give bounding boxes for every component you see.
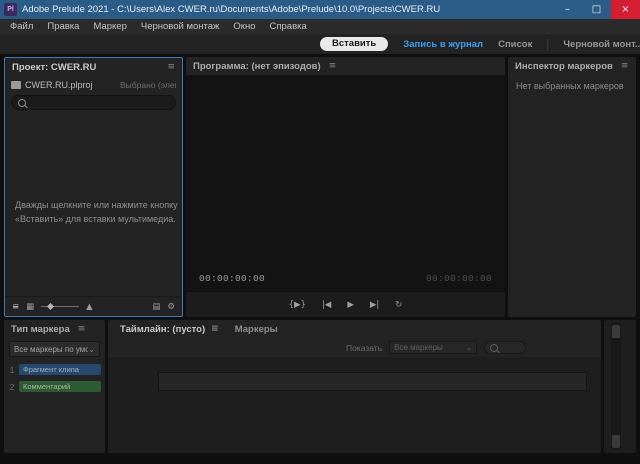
inspector-panel-header: Инспектор маркеров ≡ — [508, 57, 636, 75]
marker-hotkey: 1 — [8, 365, 16, 375]
timeline-empty-strip — [158, 372, 587, 391]
timeline-panel: Таймлайн: (пусто) ≡ Маркеры Показать Все… — [108, 320, 601, 453]
marker-hotkey: 2 — [8, 382, 16, 392]
ingest-button[interactable]: Вставить — [320, 37, 388, 51]
workspace-cluster: Вставить Запись в журнал Список Черновой… — [320, 34, 640, 54]
step-forward-button[interactable]: ▶| — [370, 300, 379, 310]
workspace-tab-rough-cut[interactable]: Черновой монт... ⌄ — [563, 39, 640, 50]
marker-type-panel-header: Тип маркера ≡ — [4, 320, 105, 338]
loop-button[interactable]: ↻ — [395, 300, 402, 310]
panel-menu-icon[interactable]: ≡ — [329, 61, 337, 71]
panel-menu-icon[interactable]: ≡ — [78, 324, 86, 334]
program-panel-header: Программа: (нет эпизодов) ≡ — [186, 57, 505, 75]
titlebar: Pl Adobe Prelude 2021 - C:\Users\Alex CW… — [0, 0, 640, 19]
workspace-tab-logging[interactable]: Запись в журнал — [403, 39, 483, 50]
timeline-track-area[interactable] — [108, 357, 601, 453]
project-empty-line-1: Дважды щелкните или нажмите кнопку — [15, 198, 178, 212]
marker-type-label: Комментарий — [23, 382, 70, 391]
panel-menu-icon[interactable]: ≡ — [621, 61, 629, 71]
project-footer-toolbar: ≡ ▦ ▲ ▤ ⚙ — [5, 296, 182, 316]
scrollbar-thumb-bottom[interactable] — [612, 435, 620, 448]
marker-type-panel-title: Тип маркера — [11, 324, 70, 335]
marker-inspector-panel: Инспектор маркеров ≡ Нет выбранных марке… — [508, 57, 636, 317]
window-controls: – □ × — [553, 0, 640, 19]
marker-type-panel: Тип маркера ≡ Все маркеры по умолча... ⌄… — [4, 320, 105, 453]
menu-item-edit[interactable]: Правка — [40, 21, 86, 32]
program-panel: Программа: (нет эпизодов) ≡ 00:00:00:00 … — [186, 57, 505, 317]
settings-icon[interactable]: ⚙ — [167, 302, 175, 312]
workspace-tab-list[interactable]: Список — [498, 39, 532, 50]
thumbnail-view-icon[interactable]: ▦ — [26, 302, 34, 312]
zoom-slider-handle[interactable] — [47, 303, 54, 310]
tab-timeline-label: Таймлайн: (пусто) — [120, 324, 205, 335]
menu-item-marker[interactable]: Маркер — [86, 21, 133, 32]
menu-item-file[interactable]: Файл — [3, 21, 40, 32]
timeline-tab-bar: Таймлайн: (пусто) ≡ Маркеры — [108, 320, 601, 338]
project-search-row — [5, 93, 182, 112]
project-file-icon — [11, 81, 21, 89]
marker-filter-value: Все маркеры — [394, 343, 443, 352]
menu-bar: Файл Правка Маркер Черновой монтаж Окно … — [0, 19, 640, 34]
project-item-row[interactable]: CWER.RU.plproj Выбрано (элемент — [5, 76, 182, 93]
project-panel-title: Проект: CWER.RU — [12, 62, 96, 73]
tab-timeline[interactable]: Таймлайн: (пусто) ≡ — [114, 320, 225, 338]
filmstrip-icon[interactable]: ▤ — [152, 302, 160, 312]
timeline-search-input[interactable] — [484, 341, 526, 354]
panel-menu-icon[interactable]: ≡ — [167, 62, 175, 72]
vertical-scrollbar[interactable] — [611, 323, 621, 450]
transport-controls: {▶} |◀ ▶ ▶| ↻ — [186, 291, 505, 317]
scrollbar-thumb-top[interactable] — [612, 325, 620, 338]
marker-type-row: 1 Фрагмент клипа — [4, 362, 105, 377]
inspector-panel-title: Инспектор маркеров — [515, 61, 613, 72]
toolbar-divider — [547, 39, 548, 50]
tab-markers[interactable]: Маркеры — [229, 320, 284, 338]
project-selected-count: Выбрано (элемент — [120, 80, 176, 90]
marker-type-button-subclip[interactable]: Фрагмент клипа — [19, 364, 101, 375]
app-icon: Pl — [4, 3, 17, 16]
marker-set-dropdown-value: Все маркеры по умолча... — [14, 345, 88, 354]
show-label: Показать — [346, 343, 382, 353]
workspace-toolbar: Вставить Запись в журнал Список Черновой… — [0, 34, 640, 55]
project-search-input[interactable] — [11, 95, 176, 110]
project-panel: Проект: CWER.RU ≡ CWER.RU.plproj Выбрано… — [4, 57, 183, 317]
project-panel-header: Проект: CWER.RU ≡ — [5, 58, 182, 76]
marker-type-row: 2 Комментарий — [4, 379, 105, 394]
current-timecode: 00:00:00:00 — [199, 273, 265, 284]
program-monitor: 00:00:00:00 00:00:00:00 {▶} |◀ ▶ ▶| ↻ — [186, 75, 505, 317]
step-back-button[interactable]: |◀ — [322, 300, 331, 310]
project-file-name: CWER.RU.plproj — [25, 80, 93, 90]
minimize-button[interactable]: – — [553, 0, 582, 19]
project-empty-line-2: «Вставить» для вставки мультимедиа. — [15, 212, 178, 226]
menu-item-help[interactable]: Справка — [263, 21, 314, 32]
zoom-slider[interactable] — [41, 301, 79, 312]
menu-item-window[interactable]: Окно — [226, 21, 262, 32]
chevron-down-icon: ⌄ — [88, 345, 95, 354]
panel-menu-icon[interactable]: ≡ — [211, 324, 219, 334]
play-in-to-out-button[interactable]: {▶} — [289, 300, 306, 310]
workspace-tab-rough-cut-label: Черновой монт... — [563, 39, 640, 50]
search-icon — [18, 99, 26, 107]
marker-filter-dropdown[interactable]: Все маркеры ⌄ — [389, 341, 477, 354]
play-button[interactable]: ▶ — [347, 300, 354, 310]
marker-set-dropdown[interactable]: Все маркеры по умолча... ⌄ — [9, 341, 100, 357]
window-title: Adobe Prelude 2021 - C:\Users\Alex CWER.… — [22, 4, 548, 15]
search-icon — [490, 344, 498, 352]
marker-type-button-comment[interactable]: Комментарий — [19, 381, 101, 392]
chevron-down-icon: ⌄ — [465, 343, 472, 352]
program-panel-title: Программа: (нет эпизодов) — [193, 61, 321, 72]
project-empty-message: Дважды щелкните или нажмите кнопку «Вста… — [15, 198, 178, 227]
menu-item-rough-cut[interactable]: Черновой монтаж — [134, 21, 227, 32]
duration-timecode: 00:00:00:00 — [426, 273, 492, 284]
timeline-scroll-strip — [604, 320, 636, 453]
marker-type-label: Фрагмент клипа — [23, 365, 79, 374]
zoom-in-icon[interactable]: ▲ — [86, 302, 93, 312]
inspector-empty-message: Нет выбранных маркеров — [508, 75, 636, 97]
list-view-icon[interactable]: ≡ — [12, 302, 19, 312]
close-button[interactable]: × — [611, 0, 640, 19]
maximize-button[interactable]: □ — [582, 0, 611, 19]
timeline-filter-toolbar: Показать Все маркеры ⌄ — [108, 338, 601, 357]
